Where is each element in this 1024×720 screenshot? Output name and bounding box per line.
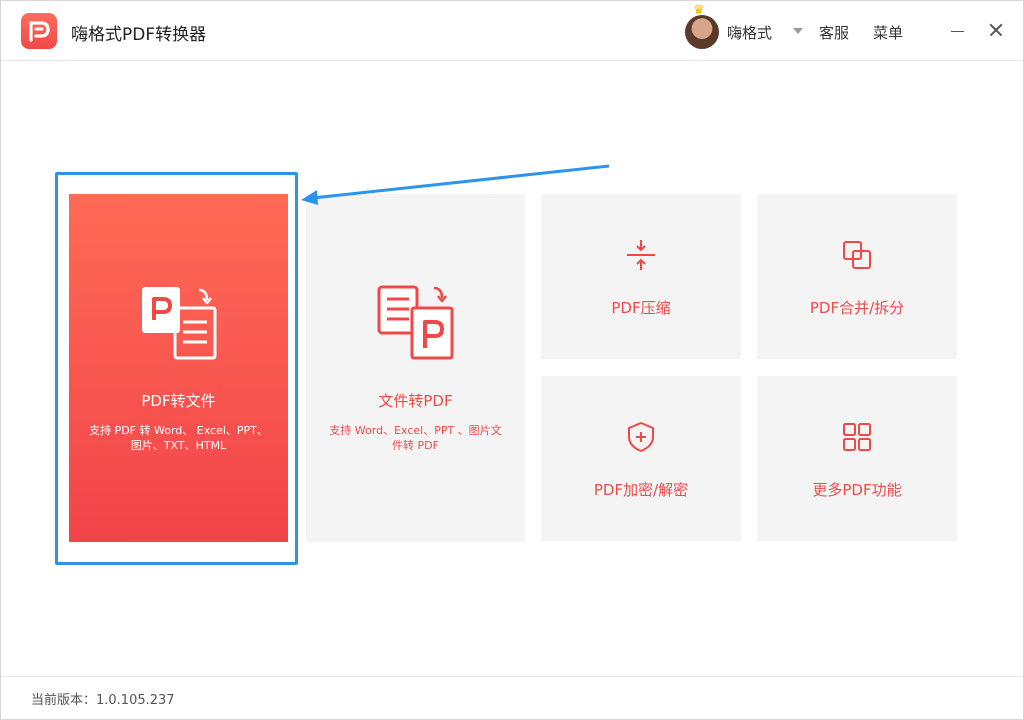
username[interactable]: 嗨格式: [727, 22, 772, 43]
pdf-compress-tile[interactable]: PDF压缩: [541, 194, 741, 359]
title-bar: 嗨格式PDF转换器 ♛ 嗨格式 客服 菜单: [1, 1, 1023, 61]
version-label: 当前版本：1.0.105.237: [31, 693, 175, 708]
tile-title: PDF压缩: [611, 299, 671, 317]
footer: 当前版本：1.0.105.237: [1, 676, 1023, 719]
app-title: 嗨格式PDF转换器: [71, 25, 207, 45]
tile-title: PDF合并/拆分: [809, 299, 905, 317]
pdf-encrypt-decrypt-tile[interactable]: PDF加密/解密: [541, 376, 741, 541]
app-logo: [21, 13, 57, 49]
shield-icon: [628, 422, 654, 452]
pdf-merge-split-tile[interactable]: PDF合并/拆分: [757, 194, 957, 359]
annotation-arrow-icon: [301, 164, 610, 205]
logo-p-icon: [29, 21, 50, 42]
close-icon[interactable]: [987, 20, 1005, 40]
app-window: 嗨格式PDF转换器 ♛ 嗨格式 客服 菜单 PDF转文件 支持 PDF 转 Wo…: [0, 0, 1024, 720]
file-to-pdf-icon: [377, 285, 453, 360]
minimize-icon[interactable]: [949, 21, 967, 41]
tile-description: 支持 Word、Excel、PPT 、图片文件转 PDF: [329, 424, 502, 452]
tile-title: 文件转PDF: [378, 392, 453, 410]
compress-icon: [627, 240, 655, 270]
tile-title: PDF加密/解密: [593, 481, 689, 499]
customer-service-button[interactable]: 客服: [819, 22, 849, 43]
tile-title: 更多PDF功能: [812, 481, 902, 499]
main-area: PDF转文件 支持 PDF 转 Word、 Excel、PPT、图片、TXT、H…: [1, 62, 1023, 676]
grid-icon: [843, 423, 871, 451]
more-pdf-features-tile[interactable]: 更多PDF功能: [757, 376, 957, 541]
selection-highlight: [55, 172, 298, 565]
merge-split-icon: [843, 241, 871, 269]
file-to-pdf-tile[interactable]: 文件转PDF 支持 Word、Excel、PPT 、图片文件转 PDF: [306, 194, 525, 542]
avatar[interactable]: [685, 15, 719, 49]
menu-button[interactable]: 菜单: [873, 22, 903, 43]
chevron-down-icon[interactable]: [793, 28, 803, 34]
